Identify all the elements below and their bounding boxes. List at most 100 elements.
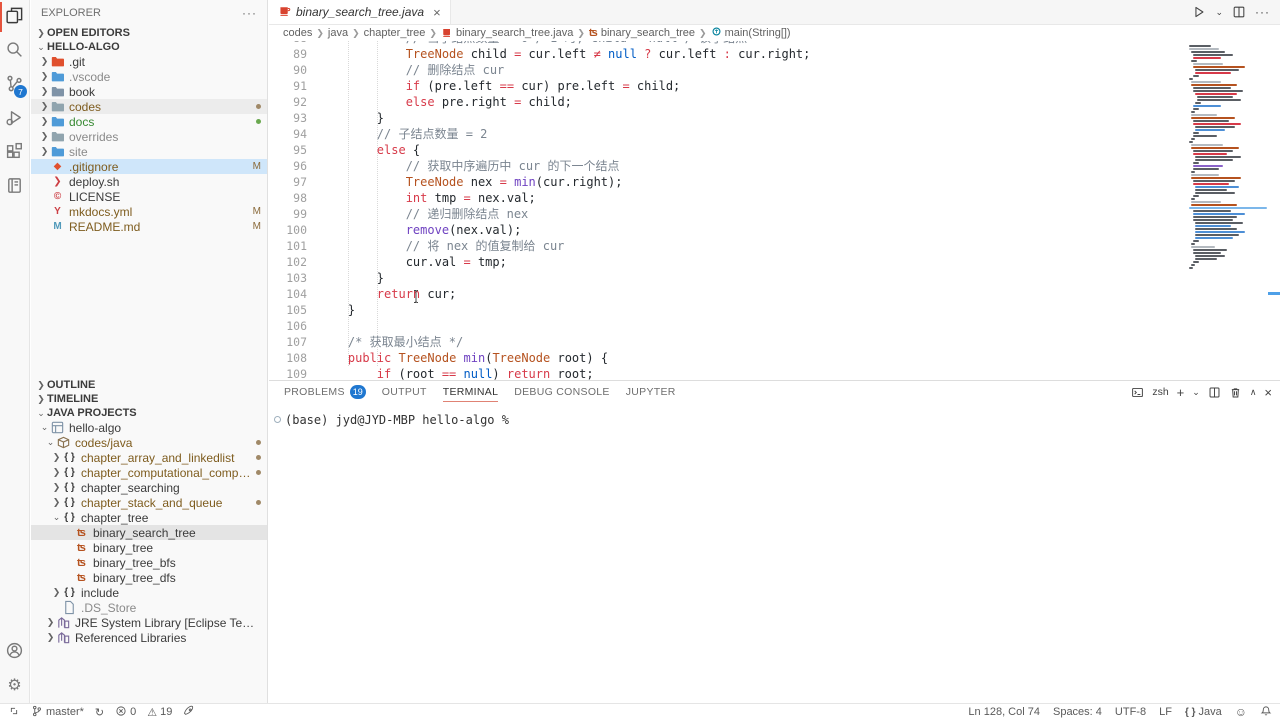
status-sync[interactable]: ↻: [95, 706, 104, 719]
java-tree-item-binary-search-tree[interactable]: ʦbinary_search_tree: [31, 525, 267, 540]
breadcrumb-item[interactable]: main(String[]): [711, 26, 791, 40]
panel-tab-output[interactable]: OUTPUT: [382, 381, 427, 403]
status-java-runtime[interactable]: [183, 705, 195, 720]
code-line-94[interactable]: 94 // 子结点数量 = 2: [269, 126, 1280, 142]
status-errors[interactable]: 0: [115, 705, 136, 720]
code-line-101[interactable]: 101 // 将 nex 的值复制给 cur: [269, 238, 1280, 254]
code-line-102[interactable]: 102 cur.val = tmp;: [269, 254, 1280, 270]
activity-bar-account[interactable]: [0, 635, 29, 669]
panel-tab-debug-console[interactable]: DEBUG CONSOLE: [514, 381, 610, 403]
status-remote-indicator[interactable]: [8, 705, 20, 720]
status-feedback[interactable]: ☺: [1235, 705, 1247, 719]
code-line-98[interactable]: 98 int tmp = nex.val;: [269, 190, 1280, 206]
code-line-109[interactable]: 109 if (root == null) return root;: [269, 366, 1280, 380]
status-indentation[interactable]: Spaces: 4: [1053, 706, 1102, 718]
panel-tab-terminal[interactable]: TERMINAL: [443, 381, 499, 403]
explorer-item-docs[interactable]: ❯docs: [31, 114, 267, 129]
java-tree-item-chapter-computational-complexity[interactable]: ❯{ }chapter_computational_complexity: [31, 465, 267, 480]
java-tree-item-codes-java[interactable]: ⌄codes/java: [31, 435, 267, 450]
code-line-90[interactable]: 90 // 删除结点 cur: [269, 62, 1280, 78]
outline-header[interactable]: ❯ OUTLINE: [31, 378, 267, 392]
terminal[interactable]: (base) jyd@JYD-MBP hello-algo %: [269, 403, 1280, 427]
minimap-line: [1191, 114, 1217, 116]
code-line-96[interactable]: 96 // 获取中序遍历中 cur 的下一个结点: [269, 158, 1280, 174]
code-line-100[interactable]: 100 remove(nex.val);: [269, 222, 1280, 238]
activity-bar-run-and-debug[interactable]: [0, 102, 29, 136]
explorer-item-book[interactable]: ❯book: [31, 84, 267, 99]
minimap-line: [1195, 225, 1231, 227]
code-line-95[interactable]: 95 else {: [269, 142, 1280, 158]
java-tree-item-referenced-libraries[interactable]: ❯Referenced Libraries: [31, 630, 267, 645]
status-cursor-position[interactable]: Ln 128, Col 74: [968, 706, 1040, 718]
java-projects-header[interactable]: ⌄ JAVA PROJECTS: [31, 406, 267, 420]
breadcrumb-item[interactable]: ʦbinary_search_tree: [589, 27, 695, 39]
explorer-item-license[interactable]: ©LICENSE: [31, 189, 267, 204]
breadcrumb-item[interactable]: chapter_tree: [364, 27, 426, 39]
explorer-item-overrides[interactable]: ❯overrides: [31, 129, 267, 144]
java-tree-item-include[interactable]: ❯{ }include: [31, 585, 267, 600]
activity-bar-source-control[interactable]: 7: [0, 68, 29, 102]
status-git-branch[interactable]: master*: [31, 705, 84, 720]
code-line-105[interactable]: 105 }: [269, 302, 1280, 318]
status-encoding[interactable]: UTF-8: [1115, 706, 1146, 718]
run-dropdown-chevron-icon[interactable]: ⌄: [1215, 7, 1223, 18]
open-editors-header[interactable]: ❯ OPEN EDITORS: [31, 26, 267, 40]
shell-label: zsh: [1152, 386, 1168, 398]
code-line-92[interactable]: 92 else pre.right = child;: [269, 94, 1280, 110]
run-button[interactable]: [1192, 5, 1206, 19]
more-actions-button[interactable]: ···: [1255, 5, 1270, 19]
workspace-header[interactable]: ⌄ HELLO-ALGO: [31, 40, 267, 54]
explorer-item--gitignore[interactable]: ◆.gitignoreM: [31, 159, 267, 174]
java-tree-item-binary-tree-dfs[interactable]: ʦbinary_tree_dfs: [31, 570, 267, 585]
code-line-91[interactable]: 91 if (pre.left == cur) pre.left = child…: [269, 78, 1280, 94]
explorer-item--vscode[interactable]: ❯.vscode: [31, 69, 267, 84]
code-line-97[interactable]: 97 TreeNode nex = min(cur.right);: [269, 174, 1280, 190]
explorer-item-readme-md[interactable]: MREADME.mdM: [31, 219, 267, 234]
code-line-107[interactable]: 107 /* 获取最小结点 */: [269, 334, 1280, 350]
split-editor-button[interactable]: [1232, 5, 1246, 19]
activity-bar-explorer[interactable]: [0, 0, 29, 34]
code-line-106[interactable]: 106: [269, 318, 1280, 334]
code-line-93[interactable]: 93 }: [269, 110, 1280, 126]
explorer-item--git[interactable]: ❯.git: [31, 54, 267, 69]
timeline-header[interactable]: ❯ TIMELINE: [31, 392, 267, 406]
explorer-item-deploy-sh[interactable]: ❯deploy.sh: [31, 174, 267, 189]
java-tree-item-binary-tree-bfs[interactable]: ʦbinary_tree_bfs: [31, 555, 267, 570]
activity-bar-search[interactable]: [0, 34, 29, 68]
activity-bar-notebook[interactable]: [0, 170, 29, 204]
code-line-89[interactable]: 89 TreeNode child = cur.left ≠ null ? cu…: [269, 46, 1280, 62]
java-tree-item-jre-system-library-eclipse-temurin-17-17-[interactable]: ❯JRE System Library [Eclipse Temurin 17 …: [31, 615, 267, 630]
status-language-mode[interactable]: { }Java: [1185, 706, 1222, 718]
activity-bar-extensions[interactable]: [0, 136, 29, 170]
activity-bar-settings[interactable]: ⚙: [0, 669, 29, 703]
java-tree-item-chapter-searching[interactable]: ❯{ }chapter_searching: [31, 480, 267, 495]
status-notifications[interactable]: [1260, 705, 1272, 720]
status-warnings[interactable]: ⚠19: [147, 706, 172, 719]
java-tree-item--ds-store[interactable]: .DS_Store: [31, 600, 267, 615]
explorer-item-site[interactable]: ❯site: [31, 144, 267, 159]
panel-tab-problems[interactable]: PROBLEMS19: [284, 381, 366, 403]
line-number: 104: [269, 286, 307, 302]
explorer-item-mkdocs-yml[interactable]: Ymkdocs.ymlM: [31, 204, 267, 219]
panel-tab-jupyter[interactable]: JUPYTER: [626, 381, 676, 403]
breadcrumb-item[interactable]: binary_search_tree.java: [441, 26, 573, 41]
tab-close-icon[interactable]: ×: [433, 5, 441, 20]
minimap[interactable]: [1189, 45, 1269, 270]
breadcrumb-item[interactable]: java: [328, 27, 348, 39]
java-tree-item-hello-algo[interactable]: ⌄hello-algo: [31, 420, 267, 435]
breadcrumb-item[interactable]: codes: [283, 27, 312, 39]
code-line-103[interactable]: 103 }: [269, 270, 1280, 286]
java-tree-item-chapter-stack-and-queue[interactable]: ❯{ }chapter_stack_and_queue: [31, 495, 267, 510]
explorer-more-actions-button[interactable]: ···: [242, 6, 257, 20]
explorer-item-codes[interactable]: ❯codes: [31, 99, 267, 114]
minimap-line: [1193, 165, 1223, 167]
line-number: 102: [269, 254, 307, 270]
tab-binary-search-tree[interactable]: binary_search_tree.java ×: [269, 0, 451, 24]
code-line-108[interactable]: 108 public TreeNode min(TreeNode root) {: [269, 350, 1280, 366]
java-tree-item-chapter-array-and-linkedlist[interactable]: ❯{ }chapter_array_and_linkedlist: [31, 450, 267, 465]
java-tree-item-binary-tree[interactable]: ʦbinary_tree: [31, 540, 267, 555]
code-line-99[interactable]: 99 // 递归删除结点 nex: [269, 206, 1280, 222]
java-tree-item-chapter-tree[interactable]: ⌄{ }chapter_tree: [31, 510, 267, 525]
code-editor[interactable]: 88 // 当子结点数量 = 0 / 1 时, child = null / 该…: [269, 41, 1280, 380]
status-eol[interactable]: LF: [1159, 706, 1172, 718]
